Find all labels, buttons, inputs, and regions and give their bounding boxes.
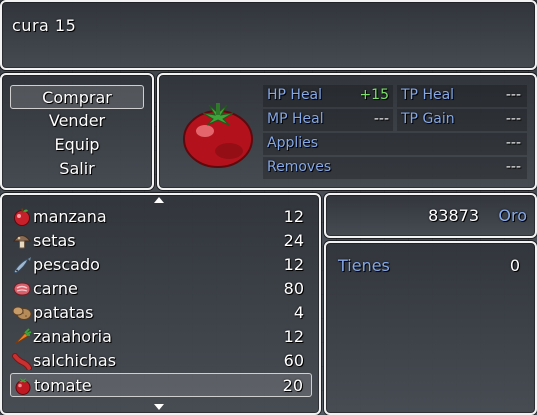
list-item[interactable]: setas 24 xyxy=(10,229,312,253)
list-item[interactable]: salchichas 60 xyxy=(10,349,312,373)
item-name: setas xyxy=(33,231,76,250)
item-quantity: 12 xyxy=(283,327,304,346)
item-status-window: HP Heal +15 TP Heal --- MP Heal --- TP G… xyxy=(157,73,537,190)
item-quantity: 24 xyxy=(283,231,304,250)
command-exit[interactable]: Salir xyxy=(10,157,144,181)
tp-heal-label: TP Heal xyxy=(401,87,455,103)
command-sell[interactable]: Vender xyxy=(10,109,144,133)
command-window: Comprar Vender Equip Salir xyxy=(0,73,154,190)
applies-label: Applies xyxy=(267,135,319,151)
item-name: tomate xyxy=(34,376,92,395)
removes-value: --- xyxy=(505,159,521,175)
gold-amount: 83873 xyxy=(428,206,479,225)
potato-icon xyxy=(12,306,32,320)
sausage-icon xyxy=(12,353,32,370)
item-quantity: 80 xyxy=(283,279,304,298)
meat-icon xyxy=(13,282,31,296)
help-window: cura 15 xyxy=(0,0,537,70)
command-equip[interactable]: Equip xyxy=(10,133,144,157)
applies-value: --- xyxy=(505,135,521,151)
hp-heal-value: +15 xyxy=(359,87,389,103)
tp-gain-value: --- xyxy=(505,111,521,127)
help-text: cura 15 xyxy=(12,16,77,35)
possession-label: Tienes xyxy=(338,256,390,275)
list-item[interactable]: pescado 12 xyxy=(10,253,312,277)
item-quantity: 4 xyxy=(293,303,304,322)
possession-value: 0 xyxy=(509,256,520,275)
hp-heal-label: HP Heal xyxy=(267,87,323,103)
removes-label: Removes xyxy=(267,159,332,175)
item-name: zanahoria xyxy=(33,327,112,346)
list-item[interactable]: patatas 4 xyxy=(10,301,312,325)
gold-currency: Oro xyxy=(498,206,527,225)
item-name: patatas xyxy=(33,303,94,322)
scroll-down-arrow-icon[interactable] xyxy=(154,404,164,410)
item-quantity: 12 xyxy=(283,207,304,226)
item-quantity: 20 xyxy=(282,376,303,395)
mp-heal-value: --- xyxy=(373,111,389,127)
command-buy[interactable]: Comprar xyxy=(10,85,144,109)
item-name: pescado xyxy=(33,255,100,274)
tp-gain-label: TP Gain xyxy=(401,111,455,127)
item-list-window: manzana 12 setas 24 pescado 12 carne 80 xyxy=(0,193,321,415)
fish-icon xyxy=(13,257,31,274)
mushroom-icon xyxy=(13,235,31,249)
apple-icon xyxy=(14,208,30,226)
mp-heal-label: MP Heal xyxy=(267,111,324,127)
possession-window: Tienes 0 xyxy=(324,241,537,415)
list-item[interactable]: carne 80 xyxy=(10,277,312,301)
item-name: carne xyxy=(33,279,78,298)
item-name: salchichas xyxy=(33,351,117,370)
list-item[interactable]: manzana 12 xyxy=(10,205,312,229)
tomato-icon xyxy=(183,103,253,168)
gold-window: 83873 Oro xyxy=(324,193,537,238)
item-quantity: 60 xyxy=(283,351,304,370)
scroll-up-arrow-icon[interactable] xyxy=(154,197,164,203)
tomato-icon xyxy=(15,378,31,395)
tp-heal-value: --- xyxy=(505,87,521,103)
list-item-selected[interactable]: tomate 20 xyxy=(10,373,312,397)
item-quantity: 12 xyxy=(283,255,304,274)
carrot-icon xyxy=(14,328,32,345)
list-item[interactable]: zanahoria 12 xyxy=(10,325,312,349)
item-name: manzana xyxy=(33,207,107,226)
